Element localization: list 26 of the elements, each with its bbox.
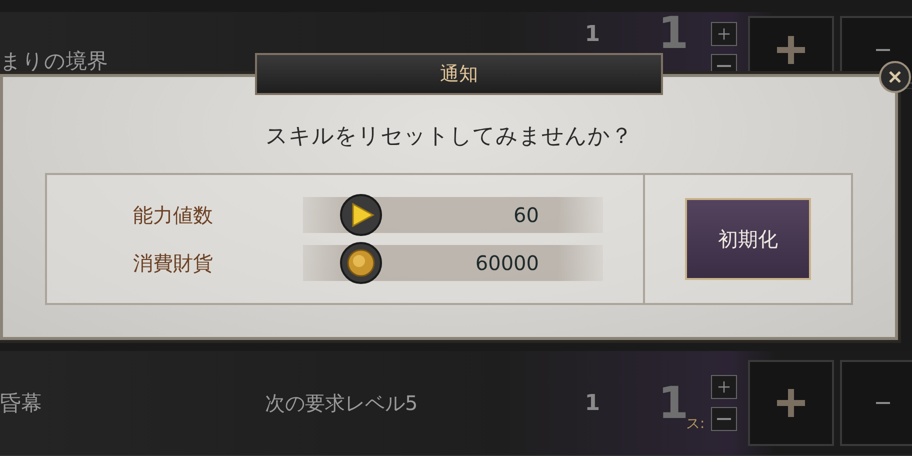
minus-icon — [717, 65, 731, 67]
dialog-message: スキルをリセットしてみませんか？ — [266, 123, 632, 151]
minus-icon — [876, 49, 890, 51]
requirement-text: 次の要求レベル5 — [264, 390, 419, 416]
increase-button[interactable] — [711, 375, 737, 399]
cost-label: 消費財貨 — [132, 250, 214, 276]
cost-amount: 60 — [514, 203, 539, 227]
increase-button[interactable] — [711, 22, 737, 46]
plus-icon — [716, 26, 732, 42]
skill-value: 1 — [584, 390, 601, 416]
dialog-title: 通知 — [255, 53, 663, 95]
reset-button[interactable]: 初期化 — [685, 198, 811, 280]
skill-name: 昏幕 — [0, 390, 43, 417]
skill-name: まりの境界 — [0, 48, 109, 75]
minus-icon — [876, 402, 890, 404]
decrease-button[interactable] — [711, 407, 737, 431]
coin-icon — [339, 241, 383, 285]
cost-amount: 60000 — [475, 251, 539, 275]
minus-icon — [717, 418, 731, 420]
skill-level: 1 — [658, 14, 689, 54]
close-icon — [887, 69, 903, 85]
plus-icon — [716, 379, 732, 395]
skill-value: 1 — [584, 22, 601, 47]
triangle-gem-icon — [339, 193, 383, 237]
note-text: ス: — [686, 415, 705, 433]
cost-label: 能力値数 — [132, 202, 214, 228]
